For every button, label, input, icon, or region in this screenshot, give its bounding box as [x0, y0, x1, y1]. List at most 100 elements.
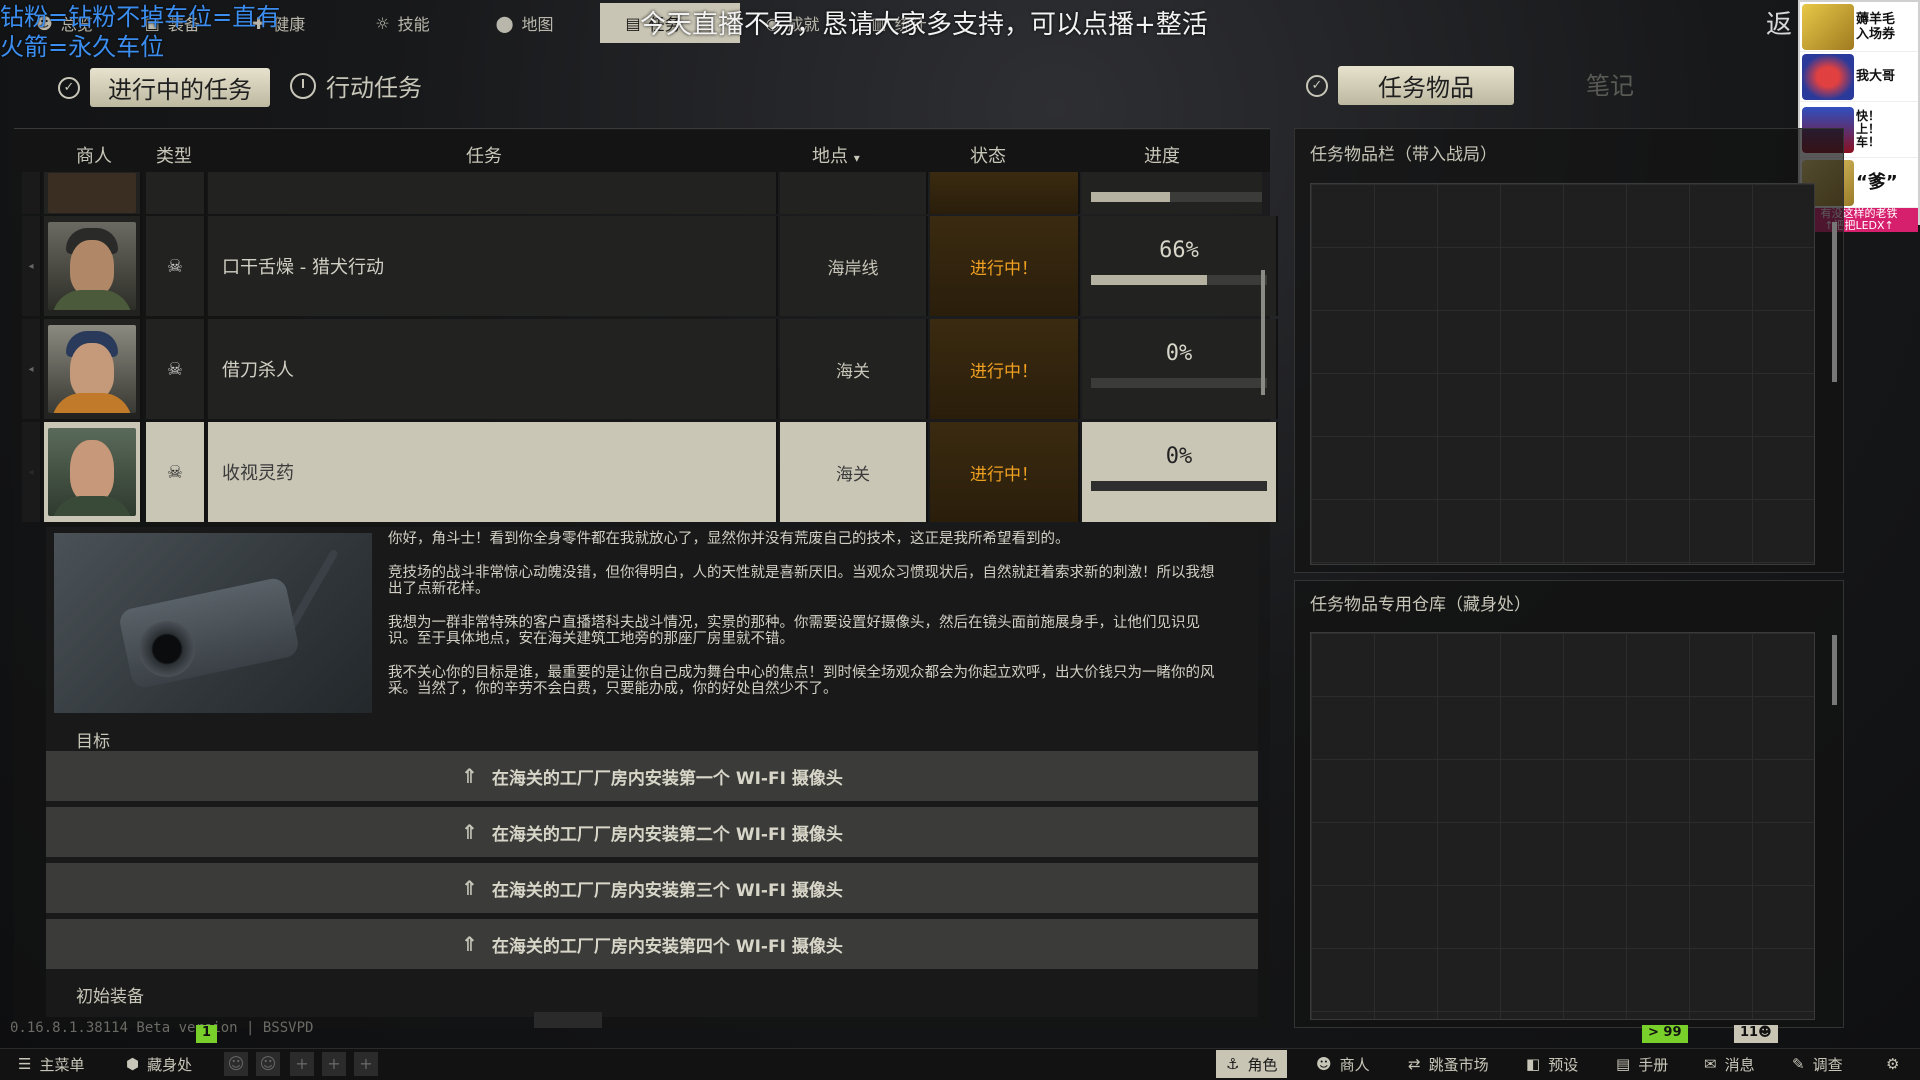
objective-item: ⇑ 在海关的工厂厂房内安装第二个 WI-FI 摄像头: [46, 807, 1258, 857]
green-badge: 1: [196, 1025, 218, 1043]
skull-icon: ☠: [146, 216, 206, 316]
subtab-active-quests[interactable]: ✓ 进行中的任务: [58, 68, 270, 107]
gear-icon: ⚙: [1886, 1055, 1900, 1073]
friend-icon[interactable]: ☺: [256, 1052, 280, 1076]
avatar: [44, 172, 142, 214]
stash-title: 任务物品专用仓库（藏身处）: [1310, 595, 1531, 615]
progress-bar: [1091, 192, 1262, 202]
add-icon[interactable]: +: [290, 1052, 314, 1076]
progress-bar: [1091, 481, 1267, 491]
task-status: 进行中！: [930, 319, 1080, 419]
quest-list-scrollbar[interactable]: [1261, 270, 1265, 395]
avatar: [44, 216, 142, 316]
exchange-icon: ⇄: [1408, 1055, 1421, 1073]
trader-lightkeeper-avatar: [48, 428, 136, 516]
stash-grid[interactable]: [1310, 632, 1815, 1020]
menu-icon: ☰: [18, 1055, 32, 1073]
avatar: [44, 319, 142, 419]
drag-handle[interactable]: [22, 172, 42, 214]
message-icon: ✉: [1704, 1055, 1717, 1073]
add-icon[interactable]: +: [322, 1052, 346, 1076]
subtab-notes[interactable]: 笔记: [1586, 66, 1634, 101]
arrow-up-icon: ⇑: [461, 932, 478, 956]
skills-icon: ☼: [375, 13, 390, 33]
trader-jaeger-avatar: [48, 222, 136, 310]
header-type[interactable]: 类型: [156, 142, 192, 168]
header-status[interactable]: 状态: [970, 142, 1006, 168]
wifi-camera-image: [54, 533, 372, 713]
messages-button[interactable]: ✉ 消息: [1694, 1050, 1765, 1078]
task-name: 借刀杀人: [208, 319, 778, 419]
version-label: 0.16.8.1.38114 Beta version | BSSVPD: [10, 1020, 314, 1036]
check-icon: ✓: [1306, 74, 1328, 97]
check-icon: ✓: [58, 76, 80, 99]
back-button[interactable]: 返: [1766, 4, 1792, 41]
header-progress[interactable]: 进度: [1144, 142, 1180, 168]
objective-item: ⇑ 在海关的工厂厂房内安装第一个 WI-FI 摄像头: [46, 751, 1258, 801]
task-progress: 0%: [1082, 319, 1278, 419]
objectives-title: 目标: [76, 732, 110, 752]
raid-items-title: 任务物品栏（带入战局）: [1310, 145, 1497, 165]
tab-map[interactable]: ⬤ 地图: [456, 3, 580, 43]
starting-equipment-title: 初始装备: [76, 987, 144, 1007]
add-icon[interactable]: +: [354, 1052, 378, 1076]
stream-overlay-fans: 钻粉=钻粉不掉车位=直有 火箭=永久车位: [0, 3, 281, 61]
task-status: 进行中！: [930, 216, 1080, 316]
objective-item: ⇑ 在海关的工厂厂房内安装第三个 WI-FI 摄像头: [46, 863, 1258, 913]
players-badge: 11☻: [1734, 1025, 1778, 1043]
sticker-item: 薅羊毛 入场券: [1800, 2, 1918, 52]
map-pin-icon: ⬤: [495, 13, 514, 33]
task-progress: 66%: [1082, 216, 1278, 316]
subtab-quest-items[interactable]: ✓ 任务物品: [1306, 66, 1514, 105]
sticker-item: 我大哥: [1800, 52, 1918, 102]
header-task[interactable]: 任务: [466, 142, 502, 168]
clock-icon: [290, 72, 316, 99]
skull-icon: ☠: [146, 319, 206, 419]
raid-items-grid[interactable]: [1310, 183, 1815, 565]
hideout-icon: ⬢: [126, 1055, 140, 1073]
avatar: [44, 422, 142, 522]
table-row[interactable]: ◂ ☠ 口干舌燥 - 猎犬行动 海岸线 进行中！ 66%: [22, 216, 1278, 316]
drag-handle[interactable]: ◂: [22, 422, 42, 522]
settings-button[interactable]: ⚙: [1876, 1050, 1909, 1078]
arrow-up-icon: ⇑: [461, 764, 478, 788]
subtab-operation-quests[interactable]: 行动任务: [290, 68, 422, 103]
task-progress: 0%: [1082, 422, 1278, 522]
handbook-button[interactable]: ▤ 手册: [1606, 1050, 1678, 1078]
header-trader[interactable]: 商人: [76, 142, 112, 168]
presets-icon: ◧: [1526, 1055, 1541, 1073]
survey-button[interactable]: ✎ 调查: [1782, 1050, 1853, 1078]
tasks-icon: ▤: [625, 13, 641, 33]
task-location: 海岸线: [780, 216, 928, 316]
character-button[interactable]: ⚓ 角色: [1216, 1050, 1288, 1078]
progress-fill: [1091, 275, 1208, 285]
friend-icon[interactable]: ☺: [224, 1052, 248, 1076]
trader-peacekeeper-avatar: [48, 325, 136, 413]
drag-handle[interactable]: ◂: [22, 319, 42, 419]
header-location[interactable]: 地点 ▾: [812, 142, 860, 168]
table-row[interactable]: ◂ ☠ 借刀杀人 海关 进行中！ 0%: [22, 319, 1278, 419]
progress-fill: [1091, 192, 1171, 202]
traders-icon: ☻: [1316, 1055, 1332, 1073]
traders-button[interactable]: ☻ 商人: [1306, 1050, 1380, 1078]
car-icon: [1802, 53, 1854, 100]
count-badge: > 99: [1642, 1025, 1688, 1043]
person-icon: ☻: [1758, 1025, 1772, 1040]
ticket-icon: [1802, 3, 1854, 50]
table-row-selected[interactable]: ◂ ☠ 收视灵药 海关 进行中！ 0%: [22, 422, 1278, 522]
skull-icon: ☠: [146, 422, 206, 522]
drag-handle[interactable]: ◂: [22, 216, 42, 316]
flea-market-button[interactable]: ⇄ 跳蚤市场: [1398, 1050, 1499, 1078]
survey-icon: ✎: [1792, 1055, 1805, 1073]
stash-scrollbar[interactable]: [1832, 635, 1837, 705]
task-status: 进行中！: [930, 422, 1080, 522]
hideout-button[interactable]: ⬢ 藏身处: [116, 1050, 202, 1078]
raid-items-scrollbar[interactable]: [1832, 222, 1837, 382]
stream-overlay-banner: 今天直播不易，恳请大家多支持，可以点播+整活: [640, 10, 1208, 40]
horizontal-scrollbar[interactable]: [534, 1012, 602, 1028]
main-menu-button[interactable]: ☰ 主菜单: [8, 1050, 94, 1078]
presets-button[interactable]: ◧ 预设: [1516, 1050, 1588, 1078]
table-row[interactable]: [22, 172, 1262, 214]
progress-bar: [1091, 275, 1267, 285]
tab-skills[interactable]: ☼ 技能: [331, 3, 455, 43]
